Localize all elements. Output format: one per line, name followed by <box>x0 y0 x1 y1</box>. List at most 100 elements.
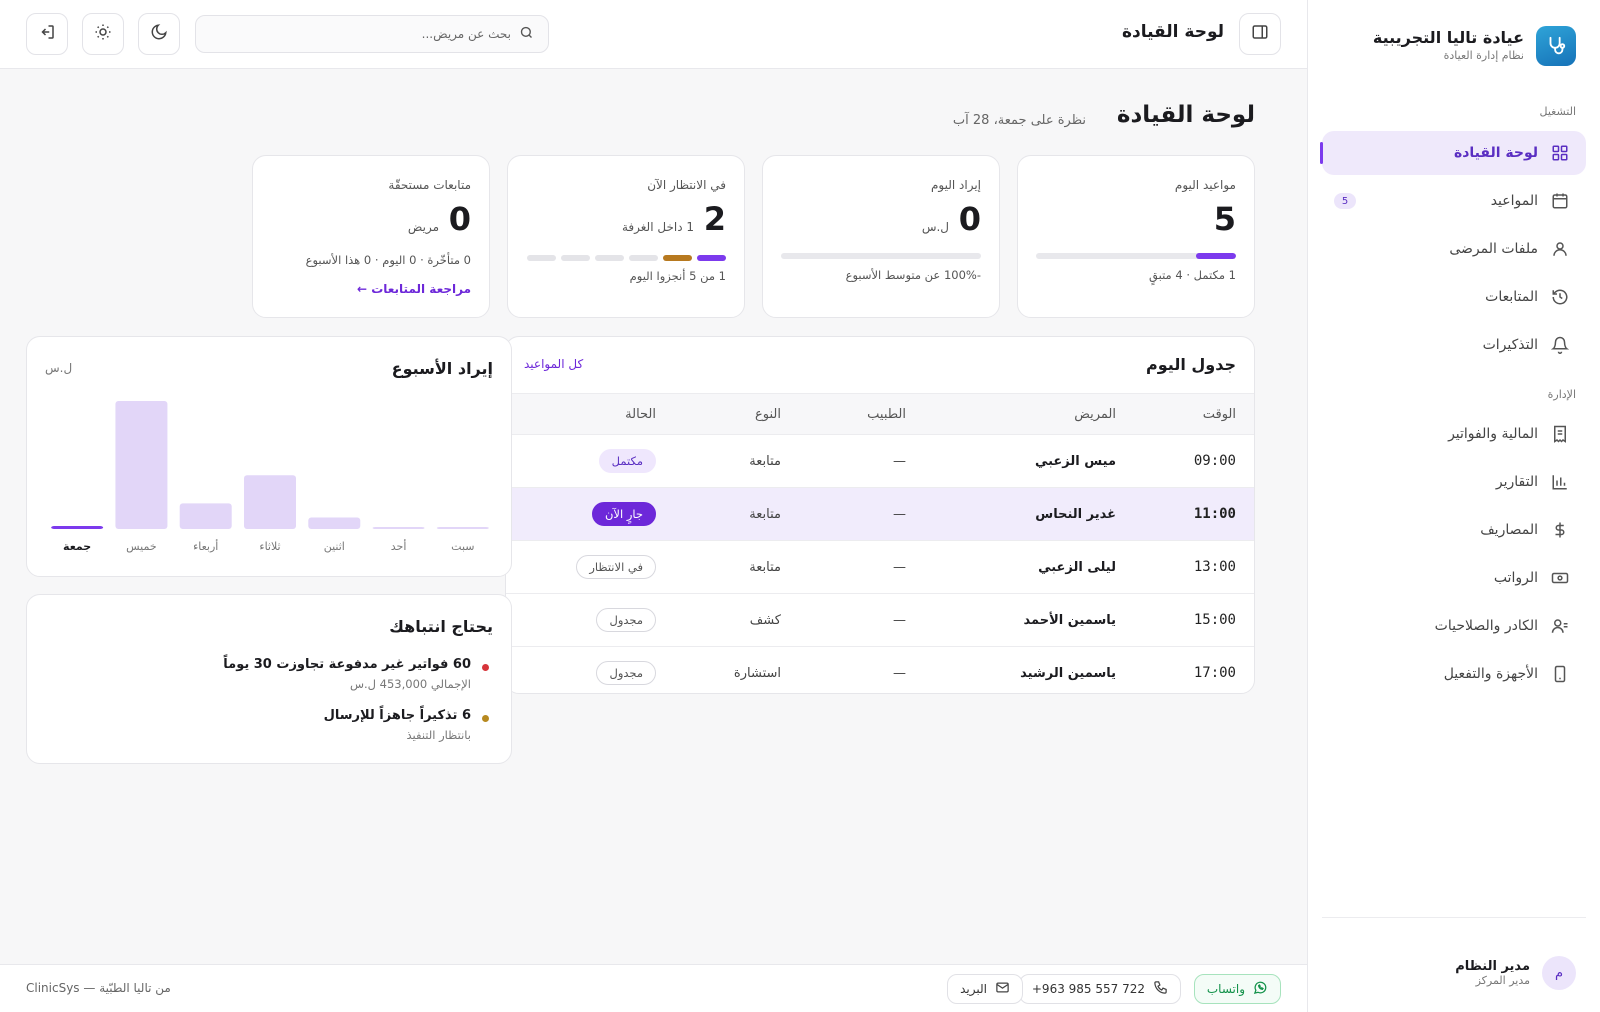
sidebar-item-finance[interactable]: المالية والفواتير <box>1322 412 1586 456</box>
sidebar-item-label: المصاريف <box>1480 522 1538 538</box>
whatsapp-button[interactable]: واتساب <box>1193 974 1281 1004</box>
review-followups-link[interactable]: مراجعة المتابعات ← <box>357 282 471 296</box>
attention-item-title: 6 تذكيراً جاهزاً للإرسال <box>323 708 471 723</box>
footer-credit: ClinicSys — من تاليا الطبّية <box>26 981 171 995</box>
attention-item[interactable]: 60 فواتير غير مدفوعة تجاوزت 30 يوماً الإ… <box>53 655 493 693</box>
sidebar-item-devices[interactable]: الأجهزة والتفعيل <box>1322 652 1586 696</box>
light-mode-button[interactable] <box>82 13 124 55</box>
sidebar-item-label: المتابعات <box>1485 289 1538 305</box>
sun-icon <box>94 23 112 45</box>
chart-bar[interactable] <box>372 527 425 529</box>
chart-bar[interactable] <box>308 517 361 529</box>
doctor-name: — <box>893 506 906 522</box>
attention-item[interactable]: 6 تذكيراً جاهزاً للإرسال بانتظار التنفيذ <box>53 706 493 744</box>
dark-mode-button[interactable] <box>138 13 180 55</box>
sidebar-item-patients[interactable]: ملفات المرضى <box>1322 227 1586 271</box>
sidebar-item-reports[interactable]: التقارير <box>1322 460 1586 504</box>
panel-icon <box>1251 23 1269 45</box>
calendar-icon <box>1550 191 1570 211</box>
column-header-status[interactable]: الحالة <box>506 394 674 435</box>
status-badge: مجدول <box>596 608 656 632</box>
sidebar-item-staff[interactable]: الكادر والصلاحيات <box>1322 604 1586 648</box>
schedule-table: الوقت المريض الطبيب النوع الحالة 09:00 م… <box>506 393 1254 694</box>
table-row[interactable]: 11:00 غدير النحاس — متابعة جارٍ الآن <box>506 487 1254 541</box>
sidebar-item-expenses[interactable]: المصاريف <box>1322 508 1586 552</box>
search-input[interactable] <box>210 27 511 41</box>
doctor-name: — <box>893 612 906 628</box>
grid-icon <box>1550 143 1570 163</box>
receipt-icon <box>1550 424 1570 444</box>
email-label: البريد <box>960 982 987 996</box>
sidebar-item-salaries[interactable]: الرواتب <box>1322 556 1586 600</box>
chart-bar[interactable] <box>51 526 104 529</box>
patient-name[interactable]: غدير النحاس <box>924 488 1134 541</box>
table-row[interactable]: 13:00 ليلى الزعبي — متابعة في الانتظار <box>506 541 1254 594</box>
bell-icon <box>1550 335 1570 355</box>
appointment-time: 11:00 <box>1193 506 1236 522</box>
status-badge: جارٍ الآن <box>591 502 656 526</box>
device-icon <box>1550 664 1570 684</box>
table-header-row: الوقت المريض الطبيب النوع الحالة <box>506 393 1254 435</box>
stat-footnote: 1 من 5 أنجزوا اليوم <box>629 269 726 283</box>
queue-segment <box>697 255 726 261</box>
phone-button[interactable]: +963 985 557 722 <box>1018 974 1181 1004</box>
stat-card-waiting[interactable]: في الانتظار الآن 2 1 داخل الغرفة 1 من 5 … <box>507 155 745 318</box>
status-badge: في الانتظار <box>576 555 656 579</box>
chart-bar[interactable] <box>436 527 489 529</box>
stat-value: 0 <box>448 200 471 238</box>
stat-label: إيراد اليوم <box>930 178 981 192</box>
stat-footnote: 0 متأخّرة · 0 اليوم · 0 هذا الأسبوع <box>305 253 471 267</box>
user-profile[interactable]: م مدير النظام مدير المركز <box>1455 956 1576 990</box>
patient-name[interactable]: ياسمين الرشيد <box>924 647 1134 694</box>
appointment-time: 17:00 <box>1193 665 1236 682</box>
stat-card-followups[interactable]: متابعات مستحقّة 0 مريض 0 متأخّرة · 0 الي… <box>252 155 490 318</box>
doctor-name: — <box>893 665 906 681</box>
table-row[interactable]: 17:00 ياسمين الرشيد — استشارة مجدول <box>506 647 1254 694</box>
column-header-type[interactable]: النوع <box>674 394 799 435</box>
sidebar-item-label: ملفات المرضى <box>1449 241 1538 257</box>
user-name: مدير النظام <box>1455 959 1530 974</box>
chart-bar[interactable] <box>244 475 296 529</box>
sidebar-item-label: المالية والفواتير <box>1448 426 1538 442</box>
all-appointments-link[interactable]: كل المواعيد <box>524 357 583 371</box>
patient-search[interactable] <box>195 15 549 53</box>
chart-bar[interactable] <box>115 401 168 529</box>
chart-unit: ل.س <box>45 361 73 375</box>
appointment-time: 09:00 <box>1193 453 1236 469</box>
whatsapp-icon <box>1253 980 1268 998</box>
topbar-title: لوحة القيادة <box>1121 22 1224 42</box>
user-icon <box>1550 239 1570 259</box>
progress-bar-fill <box>1196 253 1236 259</box>
queue-segments <box>527 255 726 261</box>
column-header-patient[interactable]: المريض <box>924 394 1134 435</box>
sidebar-item-dashboard[interactable]: لوحة القيادة <box>1320 131 1586 175</box>
chart-tick-label: اثنين <box>324 540 345 553</box>
stat-value: 0 <box>958 200 981 238</box>
sidebar-item-label: الكادر والصلاحيات <box>1434 618 1538 634</box>
stat-footnote: 1 مكتمل · 4 متبقٍ <box>1149 268 1236 282</box>
weekly-revenue-chart: جمعة خميس أربعاء ثلاثاء اثنين أحد سبت <box>51 401 489 553</box>
patient-name[interactable]: ياسمين الأحمد <box>924 594 1134 647</box>
stat-card-appointments[interactable]: مواعيد اليوم 5 1 مكتمل · 4 متبقٍ <box>1017 155 1255 318</box>
nav-section-admin: الإدارة <box>1547 388 1576 401</box>
sidebar-item-label: التقارير <box>1495 474 1538 490</box>
table-row[interactable]: 15:00 ياسمين الأحمد — كشف مجدول <box>506 594 1254 647</box>
phone-number: +963 985 557 722 <box>1031 982 1145 996</box>
sidebar-item-appointments[interactable]: المواعيد 5 <box>1322 179 1586 223</box>
sidebar-toggle-button[interactable] <box>1239 13 1281 55</box>
chart-bar[interactable] <box>179 503 232 529</box>
column-header-time[interactable]: الوقت <box>1134 394 1254 435</box>
chart-tick-label: أربعاء <box>193 539 218 553</box>
stat-card-revenue[interactable]: إيراد اليوم 0 ل.س -100% عن متوسط الأسبوع <box>762 155 1000 318</box>
queue-segment <box>629 255 658 261</box>
sidebar: عيادة تاليا التجريبية نظام إدارة العيادة… <box>1307 0 1600 1012</box>
sidebar-item-followups[interactable]: المتابعات <box>1322 275 1586 319</box>
table-row[interactable]: 09:00 ميس الزعبي — متابعة مكتمل <box>506 435 1254 488</box>
patient-name[interactable]: ليلى الزعبي <box>924 541 1134 594</box>
patient-name[interactable]: ميس الزعبي <box>924 435 1134 488</box>
column-header-doctor[interactable]: الطبيب <box>799 394 924 435</box>
email-button[interactable]: البريد <box>947 974 1023 1004</box>
logout-button[interactable] <box>26 13 68 55</box>
sidebar-item-reminders[interactable]: التذكيرات <box>1322 323 1586 367</box>
stat-label: متابعات مستحقّة <box>388 178 471 192</box>
